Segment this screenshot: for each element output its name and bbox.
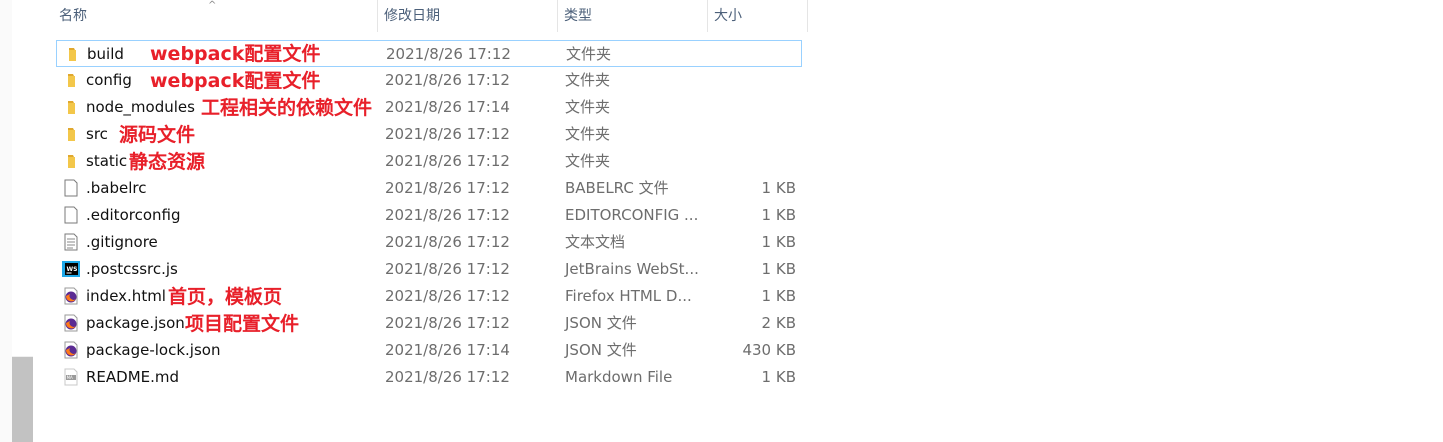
sort-ascending-icon: ^	[208, 0, 217, 11]
file-type: BABELRC 文件	[565, 179, 669, 197]
firefox-file-icon	[62, 341, 80, 359]
file-row[interactable]: .babelrc 2021/8/26 17:12 BABELRC 文件 1 KB	[56, 175, 802, 202]
column-header-modified-label: 修改日期	[384, 8, 440, 24]
annotation-label: webpack配置文件	[150, 70, 321, 92]
file-size: 1 KB	[761, 260, 796, 278]
file-size: 2 KB	[761, 314, 796, 332]
file-name: src	[86, 125, 108, 143]
file-type: 文件夹	[565, 152, 611, 170]
file-row[interactable]: .gitignore 2021/8/26 17:12 文本文档 1 KB	[56, 229, 802, 256]
file-name: build	[87, 45, 124, 63]
column-header-size-label: 大小	[714, 8, 742, 24]
file-name: static	[86, 152, 128, 170]
folder-icon	[62, 152, 80, 170]
firefox-file-icon	[62, 314, 80, 332]
svg-text:MA: MA	[67, 375, 73, 380]
file-size: 1 KB	[761, 206, 796, 224]
file-modified-date: 2021/8/26 17:12	[385, 287, 510, 305]
navigation-scrollbar-thumb[interactable]	[12, 357, 33, 442]
annotation-label: webpack配置文件	[150, 43, 321, 65]
folder-icon	[62, 98, 80, 116]
file-name: config	[86, 71, 132, 89]
file-row[interactable]: MA README.md 2021/8/26 17:12 Markdown File 1…	[56, 364, 802, 391]
file-size: 430 KB	[742, 341, 796, 359]
file-name: .gitignore	[86, 233, 158, 251]
file-name: index.html	[86, 287, 166, 305]
file-type: 文件夹	[565, 98, 611, 116]
file-name: README.md	[86, 368, 180, 386]
file-type: JetBrains WebSt...	[565, 260, 699, 278]
folder-icon	[63, 45, 81, 63]
file-row[interactable]: node_modules 2021/8/26 17:14 文件夹	[56, 94, 802, 121]
file-row[interactable]: package-lock.json 2021/8/26 17:14 JSON 文件 4…	[56, 337, 802, 364]
file-size: 1 KB	[761, 368, 796, 386]
column-header-type[interactable]: 类型	[558, 0, 708, 32]
annotation-label: 工程相关的依赖文件	[201, 97, 373, 119]
annotation-label: 首页，模板页	[168, 286, 283, 308]
file-type: Markdown File	[565, 368, 673, 386]
text-file-icon	[62, 233, 80, 251]
markdown-file-icon: MA	[62, 368, 80, 386]
file-row[interactable]: .editorconfig 2021/8/26 17:12 EDITORCONFIG…	[56, 202, 802, 229]
file-name: node_modules	[86, 98, 195, 116]
file-size: 1 KB	[761, 287, 796, 305]
file-modified-date: 2021/8/26 17:12	[385, 206, 510, 224]
file-modified-date: 2021/8/26 17:12	[385, 260, 510, 278]
annotation-label: 静态资源	[129, 151, 206, 173]
file-name: .postcssrc.js	[86, 260, 178, 278]
column-header-name-label: 名称	[59, 8, 87, 24]
folder-icon	[62, 71, 80, 89]
file-modified-date: 2021/8/26 17:12	[385, 152, 510, 170]
column-header-bar: 名称 ^ 修改日期 类型 大小	[33, 0, 808, 32]
file-name: .babelrc	[86, 179, 147, 197]
file-type: 文件夹	[566, 45, 612, 63]
file-type: JSON 文件	[565, 314, 637, 332]
file-name: package.json	[86, 314, 185, 332]
file-size: 1 KB	[761, 179, 796, 197]
file-modified-date: 2021/8/26 17:12	[385, 368, 510, 386]
file-type: 文本文档	[565, 233, 626, 251]
file-name: package-lock.json	[86, 341, 221, 359]
file-type: EDITORCONFIG ...	[565, 206, 699, 224]
navigation-scrollbar-upper[interactable]	[12, 0, 33, 356]
file-modified-date: 2021/8/26 17:12	[385, 179, 510, 197]
blank-file-icon	[62, 179, 80, 197]
file-modified-date: 2021/8/26 17:12	[386, 45, 511, 63]
file-modified-date: 2021/8/26 17:12	[385, 71, 510, 89]
svg-text:WS: WS	[67, 266, 78, 273]
column-header-modified[interactable]: 修改日期	[378, 0, 558, 32]
firefox-file-icon	[62, 287, 80, 305]
annotation-label: 项目配置文件	[185, 313, 300, 335]
file-modified-date: 2021/8/26 17:12	[385, 233, 510, 251]
file-modified-date: 2021/8/26 17:14	[385, 98, 510, 116]
webstorm-icon: WS	[62, 260, 80, 278]
file-type: 文件夹	[565, 125, 611, 143]
file-name: .editorconfig	[86, 206, 181, 224]
file-type: 文件夹	[565, 71, 611, 89]
file-modified-date: 2021/8/26 17:12	[385, 314, 510, 332]
file-type: JSON 文件	[565, 341, 637, 359]
annotation-label: 源码文件	[119, 124, 196, 146]
file-size: 1 KB	[761, 233, 796, 251]
column-header-size[interactable]: 大小	[708, 0, 808, 32]
file-type: Firefox HTML D...	[565, 287, 692, 305]
file-row[interactable]: WS .postcssrc.js 2021/8/26 17:12 JetBrains …	[56, 256, 802, 283]
blank-file-icon	[62, 206, 80, 224]
file-modified-date: 2021/8/26 17:14	[385, 341, 510, 359]
column-header-type-label: 类型	[564, 8, 592, 24]
file-row[interactable]: package.json 2021/8/26 17:12 JSON 文件 2 KB	[56, 310, 802, 337]
folder-icon	[62, 125, 80, 143]
file-modified-date: 2021/8/26 17:12	[385, 125, 510, 143]
